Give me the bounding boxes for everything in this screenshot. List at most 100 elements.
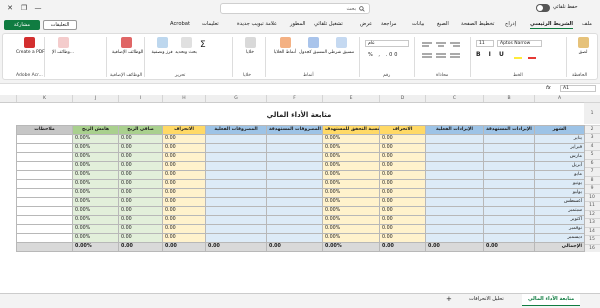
cell-actual-revenue[interactable]	[425, 133, 484, 144]
cell-month[interactable]: سبتمبر	[534, 205, 585, 216]
cell-actual-revenue[interactable]	[425, 169, 484, 180]
cell-actual-revenue[interactable]	[425, 196, 484, 207]
cell-target-revenue[interactable]	[483, 223, 535, 234]
cell-actual-expenses[interactable]	[205, 133, 267, 144]
cell-revenue-variance[interactable]: 0.00	[379, 160, 426, 171]
row-header-13[interactable]: 13	[584, 218, 600, 227]
cell-actual-expenses[interactable]	[205, 160, 267, 171]
cell-actual-revenue[interactable]	[425, 223, 484, 234]
cell-actual-revenue[interactable]	[425, 205, 484, 216]
cell-net-profit[interactable]: 0.00	[118, 142, 163, 153]
cell-net-profit[interactable]: 0.00	[118, 214, 163, 225]
cell-target-revenue[interactable]	[483, 178, 535, 189]
header-target-expenses[interactable]: المصروفات المستهدفة	[266, 124, 323, 135]
cell-target-revenue[interactable]	[483, 151, 535, 162]
tab-help[interactable]: تعليمات	[202, 21, 219, 27]
cell-target-revenue[interactable]	[483, 214, 535, 225]
row-header-15[interactable]: 15	[584, 235, 600, 244]
autosave-toggle[interactable]	[536, 4, 550, 12]
cell-target-revenue[interactable]	[483, 169, 535, 180]
cell-expense-variance[interactable]: 0.00	[162, 232, 206, 243]
cell-notes[interactable]	[16, 142, 73, 153]
total-target-expenses[interactable]: 0.00	[266, 241, 323, 252]
cell-expense-variance[interactable]: 0.00	[162, 169, 206, 180]
create-pdf-button[interactable]: Create a PDF	[16, 37, 45, 55]
cell-achievement-rate[interactable]: 0.00%	[322, 205, 380, 216]
cell-notes[interactable]	[16, 223, 73, 234]
cell-expense-variance[interactable]: 0.00	[162, 151, 206, 162]
cells-button[interactable]: خلايا	[238, 37, 262, 55]
cell-actual-expenses[interactable]	[205, 223, 267, 234]
cell-revenue-variance[interactable]: 0.00	[379, 223, 426, 234]
close-button[interactable]: ✕	[4, 3, 16, 13]
cell-profit-margin[interactable]: 0.00%	[72, 205, 119, 216]
tab-developer[interactable]: المطور	[290, 21, 305, 27]
total-month[interactable]: الإجمالي	[534, 241, 585, 252]
cell-actual-revenue[interactable]	[425, 142, 484, 153]
cell-expense-variance[interactable]: 0.00	[162, 160, 206, 171]
cell-target-expenses[interactable]	[266, 232, 323, 243]
cell-achievement-rate[interactable]: 0.00%	[322, 160, 380, 171]
header-notes[interactable]: ملاحظات	[16, 124, 73, 135]
font-name-select[interactable]: Aptos Narrow	[497, 40, 542, 47]
cell-expense-variance[interactable]: 0.00	[162, 178, 206, 189]
cell-target-expenses[interactable]	[266, 205, 323, 216]
cell-revenue-variance[interactable]: 0.00	[379, 151, 426, 162]
col-header-i[interactable]: I	[118, 95, 162, 102]
tab-page-layout[interactable]: تخطيط الصفحة	[461, 21, 494, 27]
cell-profit-margin[interactable]: 0.00%	[72, 232, 119, 243]
header-profit-margin[interactable]: هامش الربح	[72, 124, 119, 135]
cell-achievement-rate[interactable]: 0.00%	[322, 151, 380, 162]
tab-review[interactable]: مراجعة	[381, 21, 397, 27]
row-header-4[interactable]: 4	[584, 141, 600, 150]
cell-expense-variance[interactable]: 0.00	[162, 205, 206, 216]
cell-actual-revenue[interactable]	[425, 178, 484, 189]
search-box[interactable]: بحث	[220, 3, 370, 14]
tab-view[interactable]: عرض	[360, 21, 372, 27]
row-header-8[interactable]: 8	[584, 175, 600, 184]
minimize-button[interactable]: —	[32, 3, 44, 13]
row-header-3[interactable]: 3	[584, 133, 600, 142]
col-header-d[interactable]: D	[379, 95, 425, 102]
cell-month[interactable]: يونيو	[534, 178, 585, 189]
cell-profit-margin[interactable]: 0.00%	[72, 178, 119, 189]
tab-home[interactable]: الشريط الرئيسي	[530, 21, 574, 29]
cell-revenue-variance[interactable]: 0.00	[379, 178, 426, 189]
header-expense-variance[interactable]: الانحراف	[162, 124, 206, 135]
cell-notes[interactable]	[16, 196, 73, 207]
header-actual-revenue[interactable]: الإيرادات الفعلية	[425, 124, 484, 135]
col-header-k[interactable]: K	[16, 95, 72, 102]
cell-revenue-variance[interactable]: 0.00	[379, 187, 426, 198]
total-achievement-rate[interactable]: 0.00%	[322, 241, 380, 252]
row-header-2[interactable]: 2	[584, 124, 600, 133]
cell-target-expenses[interactable]	[266, 160, 323, 171]
header-actual-expenses[interactable]: المصروفات الفعلية	[205, 124, 267, 135]
row-header-12[interactable]: 12	[584, 209, 600, 218]
total-notes[interactable]	[16, 241, 73, 252]
row-header-11[interactable]: 11	[584, 201, 600, 210]
col-header-g[interactable]: G	[205, 95, 266, 102]
find-select-button[interactable]: بحث وتحديد	[174, 37, 198, 55]
cell-achievement-rate[interactable]: 0.00%	[322, 187, 380, 198]
font-size-select[interactable]: 11	[476, 40, 494, 47]
tab-acrobat[interactable]: Acrobat	[170, 21, 190, 27]
col-header-b[interactable]: B	[483, 95, 534, 102]
cell-net-profit[interactable]: 0.00	[118, 187, 163, 198]
total-profit-margin[interactable]: 0.00%	[72, 241, 119, 252]
addins-button[interactable]: الوظائف الإضافية	[112, 37, 143, 55]
cell-notes[interactable]	[16, 178, 73, 189]
row-header-9[interactable]: 9	[584, 184, 600, 193]
cell-net-profit[interactable]: 0.00	[118, 223, 163, 234]
col-header-j[interactable]: J	[72, 95, 118, 102]
row-header-1[interactable]: 1	[584, 102, 600, 124]
col-header-f[interactable]: F	[266, 95, 322, 102]
header-achievement-rate[interactable]: نسبة التحقق للمستهدف	[322, 124, 380, 135]
cell-revenue-variance[interactable]: 0.00	[379, 142, 426, 153]
tab-file[interactable]: ملف	[582, 21, 592, 27]
cell-profit-margin[interactable]: 0.00%	[72, 133, 119, 144]
cell-expense-variance[interactable]: 0.00	[162, 214, 206, 225]
cell-target-expenses[interactable]	[266, 187, 323, 198]
cell-net-profit[interactable]: 0.00	[118, 169, 163, 180]
share-button[interactable]: مشاركة	[4, 20, 40, 30]
cell-month[interactable]: أبريل	[534, 160, 585, 171]
